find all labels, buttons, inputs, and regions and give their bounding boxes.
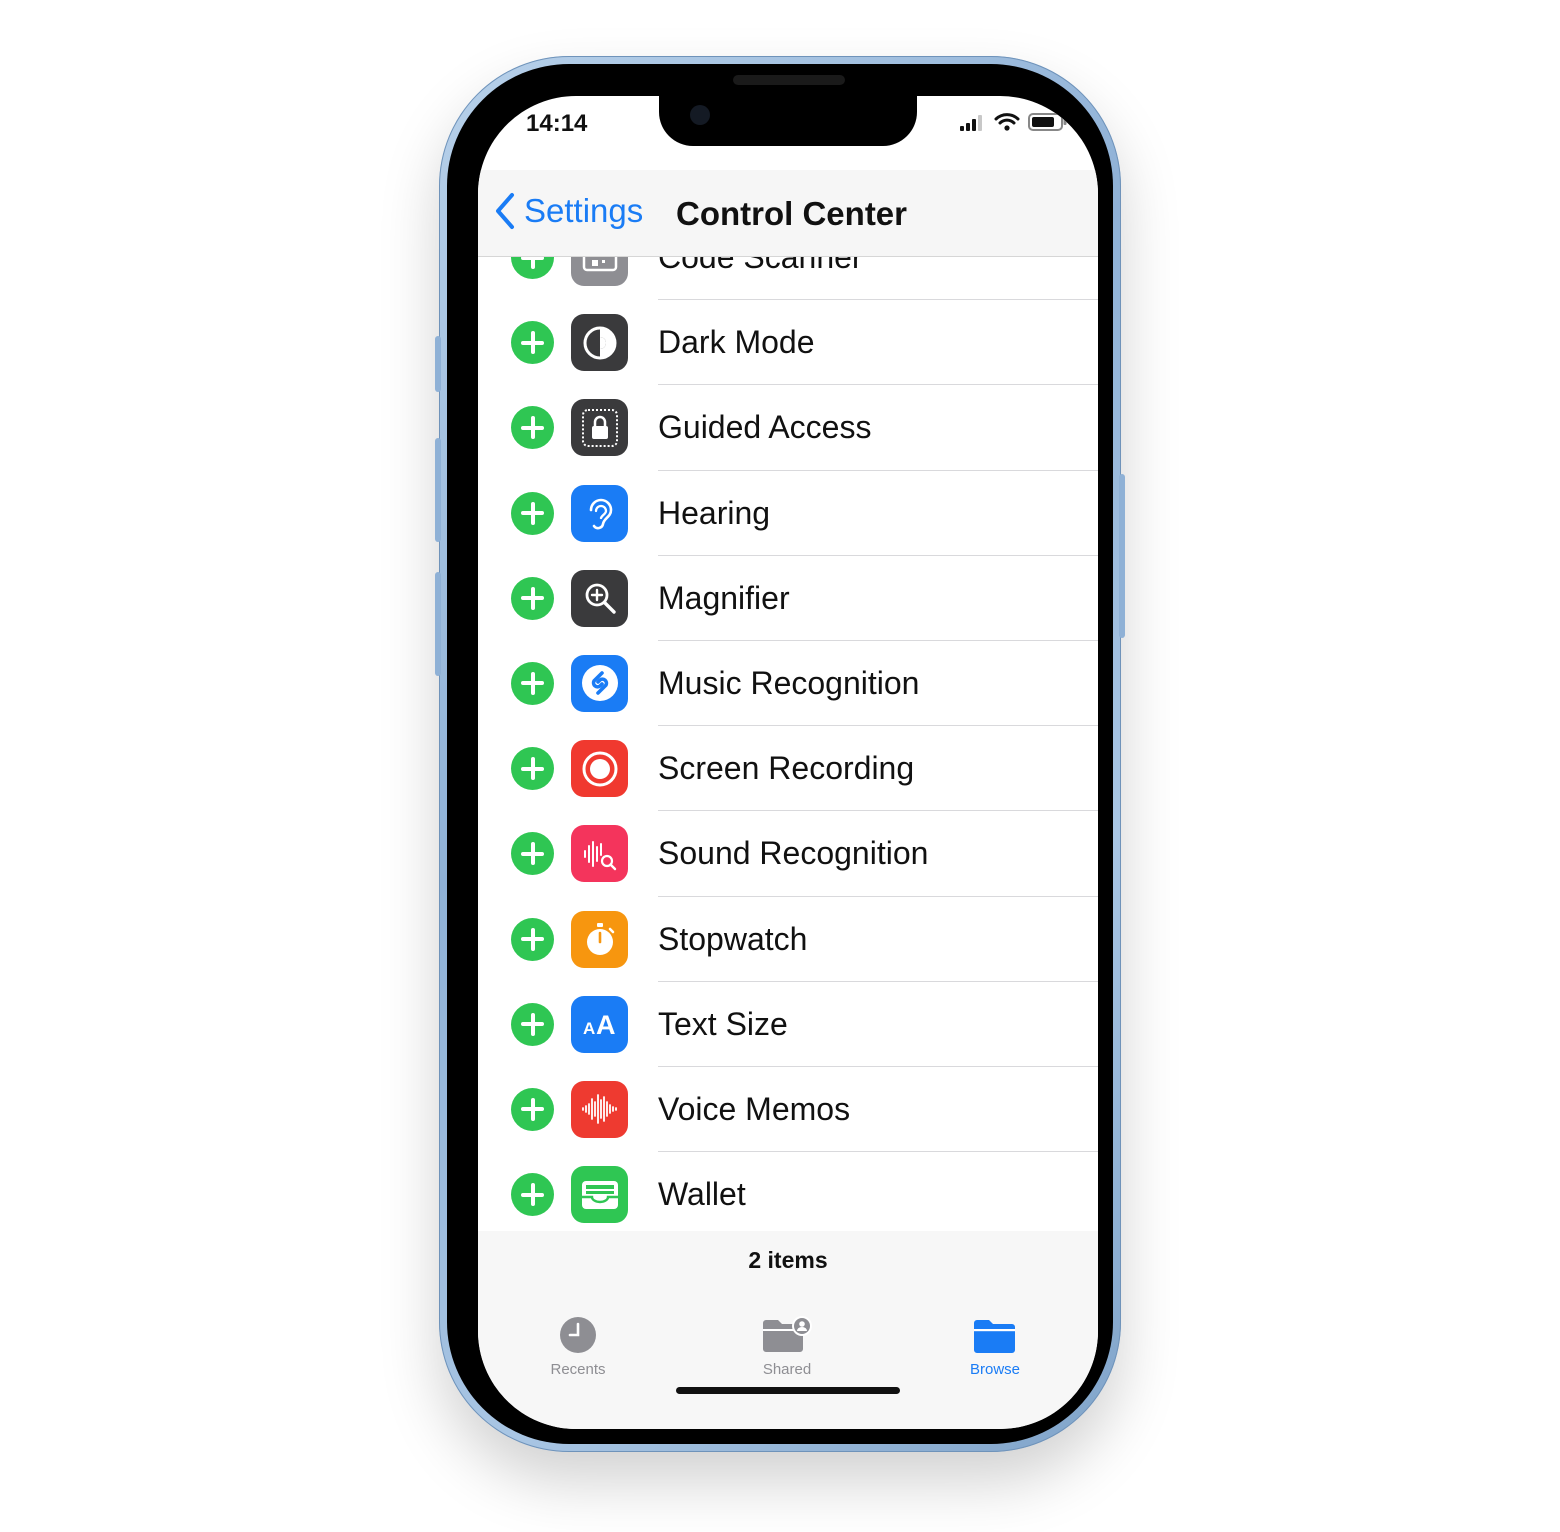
back-button-label: Settings bbox=[524, 192, 644, 229]
tab-browse[interactable]: Browse bbox=[925, 1315, 1065, 1378]
tab-recents[interactable]: Recents bbox=[508, 1315, 648, 1378]
home-indicator bbox=[676, 1387, 900, 1394]
screen: 14:14 Settings Control Center Code Scann… bbox=[478, 96, 1098, 1429]
list-item-label: Screen Recording bbox=[658, 750, 915, 787]
status-footer: 2 items bbox=[478, 1231, 1098, 1291]
tab-label-recents: Recents bbox=[550, 1361, 606, 1378]
list-item-label: Text Size bbox=[658, 1005, 788, 1042]
page-title: Control Center bbox=[676, 195, 907, 232]
list-item: Voice Memos bbox=[478, 1067, 1098, 1153]
chevron-left-icon bbox=[496, 193, 514, 229]
battery-icon bbox=[1028, 113, 1067, 131]
dark-mode-icon bbox=[571, 314, 628, 372]
add-control-button[interactable] bbox=[511, 1173, 554, 1217]
list-item: Dark Mode bbox=[478, 300, 1098, 386]
stopwatch-icon bbox=[571, 910, 628, 968]
add-control-button[interactable] bbox=[511, 747, 554, 791]
folder-icon bbox=[974, 1320, 1015, 1353]
status-icons bbox=[960, 112, 1068, 132]
list-item: Code Scanner bbox=[478, 256, 1098, 301]
list-item-label: Dark Mode bbox=[658, 324, 815, 361]
list-item-label: Wallet bbox=[658, 1176, 746, 1213]
bezel: 14:14 Settings Control Center Code Scann… bbox=[447, 64, 1113, 1444]
list-item-label: Guided Access bbox=[658, 409, 872, 446]
navigation-bar: Settings Control Center bbox=[478, 170, 1098, 257]
list-item-label: Stopwatch bbox=[658, 920, 808, 957]
list-item: Sound Recognition bbox=[478, 811, 1098, 897]
add-control-button[interactable] bbox=[511, 256, 554, 279]
guided-access-icon bbox=[571, 399, 628, 457]
list-item: Guided Access bbox=[478, 385, 1098, 471]
add-control-button[interactable] bbox=[511, 917, 554, 961]
record-icon bbox=[571, 740, 628, 798]
add-control-button[interactable] bbox=[511, 321, 554, 365]
list-item-label: Magnifier bbox=[658, 579, 790, 616]
text-size-icon: AA bbox=[571, 995, 628, 1053]
front-camera bbox=[690, 105, 710, 125]
list-item: AA Text Size bbox=[478, 982, 1098, 1067]
volume-down-button bbox=[435, 572, 441, 676]
power-button bbox=[1119, 474, 1125, 638]
phone-frame: 14:14 Settings Control Center Code Scann… bbox=[435, 56, 1125, 1452]
item-count: 2 items bbox=[748, 1247, 828, 1273]
tab-shared[interactable]: Shared bbox=[717, 1315, 857, 1378]
list-item: Hearing bbox=[478, 471, 1098, 556]
shared-folder-icon bbox=[763, 1316, 812, 1352]
list-item: Wallet bbox=[478, 1152, 1098, 1231]
tab-label-browse: Browse bbox=[969, 1361, 1021, 1378]
svg-text:A: A bbox=[596, 1010, 616, 1040]
controls-list[interactable]: Code Scanner Dark Mode Guided Access Hea… bbox=[478, 256, 1098, 1231]
qr-code-icon bbox=[571, 256, 628, 286]
shazam-icon bbox=[571, 654, 628, 712]
tab-bar: Recents Shared Browse bbox=[478, 1291, 1098, 1429]
wallet-icon bbox=[571, 1166, 628, 1224]
list-item: Music Recognition bbox=[478, 641, 1098, 727]
magnifier-icon bbox=[571, 569, 628, 627]
add-control-button[interactable] bbox=[511, 576, 554, 620]
earpiece-speaker bbox=[733, 75, 845, 85]
add-control-button[interactable] bbox=[511, 406, 554, 450]
volume-up-button bbox=[435, 438, 441, 542]
waveform-icon bbox=[571, 1080, 628, 1138]
wifi-icon bbox=[994, 113, 1020, 131]
action-button bbox=[435, 336, 441, 392]
add-control-button[interactable] bbox=[511, 832, 554, 876]
list-item-label: Hearing bbox=[658, 494, 771, 531]
signal-icon bbox=[960, 115, 982, 131]
list-item: Screen Recording bbox=[478, 726, 1098, 812]
add-control-button[interactable] bbox=[511, 661, 554, 705]
clock-icon bbox=[560, 1317, 596, 1353]
back-button[interactable]: Settings bbox=[494, 192, 643, 230]
list-item-label: Sound Recognition bbox=[658, 835, 929, 872]
add-control-button[interactable] bbox=[511, 1002, 554, 1046]
svg-text:A: A bbox=[583, 1019, 595, 1038]
list-item: Magnifier bbox=[478, 556, 1098, 641]
add-control-button[interactable] bbox=[511, 491, 554, 535]
ear-icon bbox=[571, 484, 628, 542]
list-item: Stopwatch bbox=[478, 897, 1098, 982]
status-time: 14:14 bbox=[526, 110, 588, 137]
list-item-label: Code Scanner bbox=[658, 256, 863, 275]
list-item-label: Music Recognition bbox=[658, 664, 920, 701]
add-control-button[interactable] bbox=[511, 1087, 554, 1131]
tab-label-shared: Shared bbox=[762, 1361, 812, 1378]
sound-recognition-icon bbox=[571, 825, 628, 883]
list-item-label: Voice Memos bbox=[658, 1090, 851, 1127]
